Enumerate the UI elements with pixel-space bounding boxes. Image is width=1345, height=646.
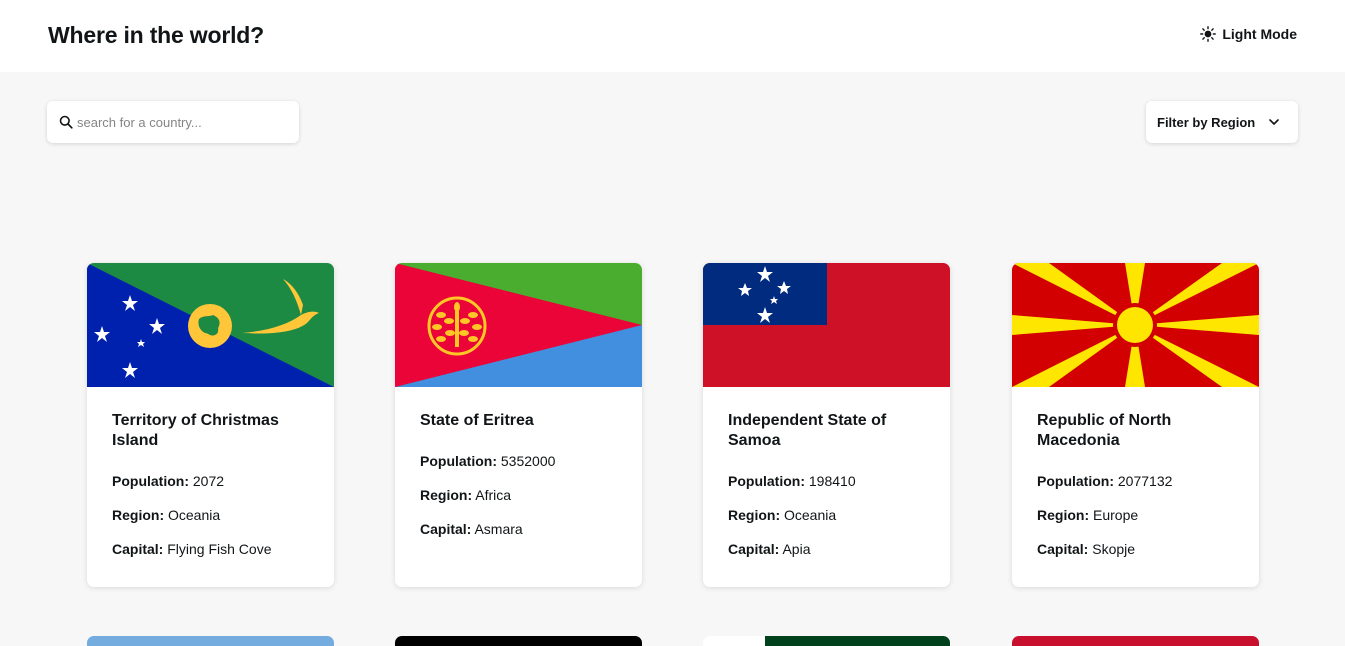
app-title: Where in the world? (48, 22, 264, 48)
region-stat: Region: Europe (1037, 507, 1139, 523)
capital-stat: Capital: Asmara (420, 521, 523, 537)
search-input[interactable] (77, 114, 277, 130)
country-card-partial[interactable] (87, 636, 334, 646)
country-flag-image (395, 263, 642, 387)
capital-stat: Capital: Flying Fish Cove (112, 541, 272, 557)
country-card-partial[interactable] (395, 636, 642, 646)
country-card[interactable]: State of Eritrea Population: 5352000 Reg… (395, 263, 642, 587)
theme-toggle-button[interactable]: Light Mode (1200, 26, 1297, 42)
country-name: Territory of Christmas Island (112, 412, 279, 449)
region-stat: Region: Oceania (112, 507, 221, 523)
country-flag-image (87, 263, 334, 387)
sun-icon (1200, 26, 1217, 42)
population-stat: Population: 2077132 (1037, 473, 1173, 489)
capital-stat: Capital: Apia (728, 541, 811, 557)
top-header: Where in the world? Light Mode (0, 0, 1345, 72)
country-card-partial[interactable] (703, 636, 950, 646)
population-stat: Population: 2072 (112, 473, 225, 489)
region-filter-label: Filter by Region (1157, 114, 1256, 130)
country-card[interactable]: Territory of Christmas Island Population… (87, 263, 334, 587)
search-box[interactable] (47, 101, 299, 143)
region-filter-dropdown[interactable]: Filter by Region (1146, 101, 1298, 143)
country-name: State of Eritrea (420, 412, 534, 429)
region-stat: Region: Africa (420, 487, 512, 503)
country-flag-image (703, 263, 950, 387)
country-flag-image (1012, 263, 1259, 387)
search-icon (59, 115, 73, 129)
chevron-down-icon (1269, 119, 1279, 125)
capital-stat: Capital: Skopje (1037, 541, 1136, 557)
country-card[interactable]: Republic of North Macedonia Population: … (1012, 263, 1259, 587)
theme-toggle-label: Light Mode (1222, 26, 1297, 42)
country-name: Independent State of Samoa (728, 412, 887, 449)
country-name: Republic of North Macedonia (1037, 412, 1172, 449)
population-stat: Population: 198410 (728, 473, 856, 489)
region-stat: Region: Oceania (728, 507, 837, 523)
country-card[interactable]: Independent State of Samoa Population: 1… (703, 263, 950, 587)
country-card-partial[interactable] (1012, 636, 1259, 646)
population-stat: Population: 5352000 (420, 453, 556, 469)
